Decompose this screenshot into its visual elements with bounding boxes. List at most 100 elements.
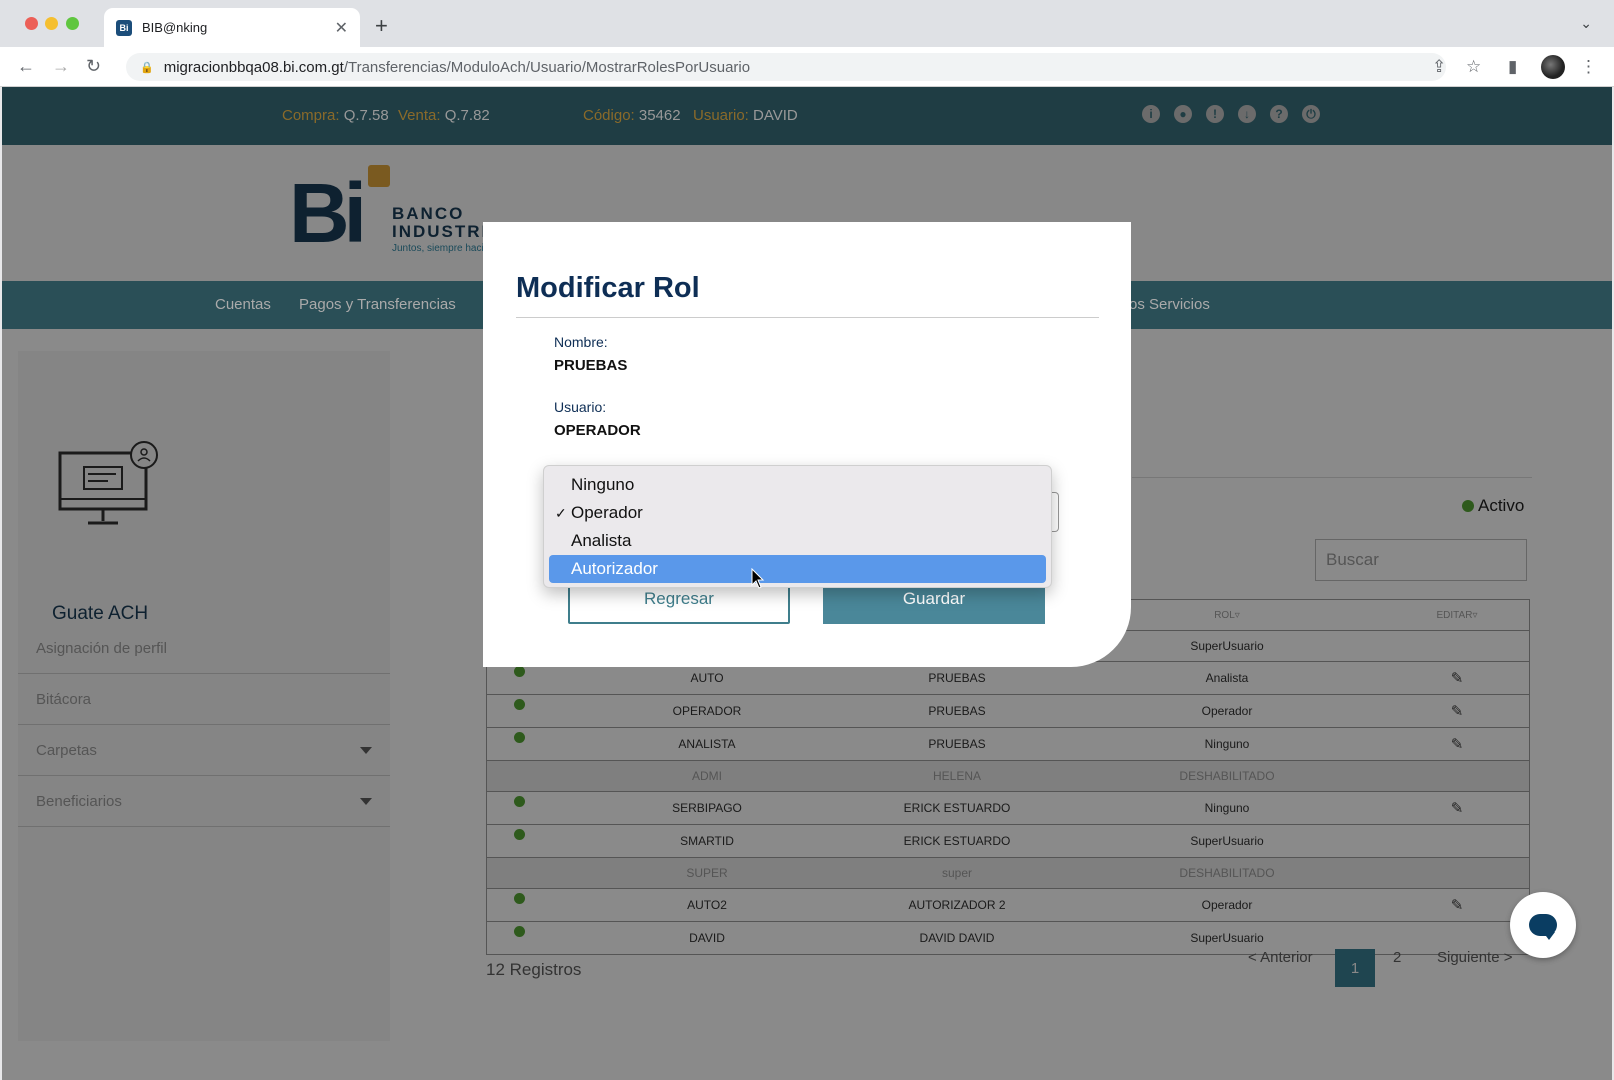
sidebar: Guate ACH Asignación de perfil Bitácora … — [18, 351, 390, 1041]
nav-pagos-transferencias[interactable]: Pagos y Transferencias — [299, 296, 456, 313]
dropdown-option-autorizador[interactable]: Autorizador — [549, 555, 1046, 583]
reload-icon[interactable]: ↻ — [86, 56, 101, 77]
lock-icon: 🔒 — [140, 61, 154, 74]
maximize-window-button[interactable] — [66, 17, 79, 30]
bank-tagline: Juntos, siempre hacia — [392, 243, 490, 254]
sidebar-item-carpetas[interactable]: Carpetas — [18, 725, 390, 776]
role-dropdown-list: Ninguno ✓ Operador Analista Autorizador — [543, 465, 1052, 588]
cell-edit: ✎ — [1407, 889, 1507, 921]
cell-name: HELENA — [932, 769, 982, 783]
dropdown-option-analista[interactable]: Analista — [549, 527, 1046, 555]
pencil-edit-icon[interactable]: ✎ — [1451, 896, 1464, 914]
cell-rol: SuperUsuario — [1190, 639, 1264, 653]
pencil-edit-icon[interactable]: ✎ — [1451, 799, 1464, 817]
cell-name: ERICK ESTUARDO — [903, 801, 1011, 815]
cell-user: SERBIPAGO — [672, 801, 742, 815]
sidebar-item-bitacora[interactable]: Bitácora — [18, 674, 390, 725]
close-window-button[interactable] — [25, 17, 38, 30]
cell-edit: ✎ — [1407, 728, 1507, 760]
power-icon[interactable]: ⏻ — [1302, 105, 1320, 123]
pager-prev[interactable]: < Anterior — [1248, 949, 1313, 966]
pencil-edit-icon[interactable]: ✎ — [1451, 702, 1464, 720]
modal-divider — [516, 317, 1099, 318]
nav-servicios[interactable]: os Servicios — [1129, 296, 1210, 313]
sidepanel-icon[interactable]: ▮ — [1508, 57, 1517, 77]
bookmark-star-icon[interactable]: ☆ — [1466, 57, 1481, 77]
cell-user: SMARTID — [680, 834, 734, 848]
download-icon[interactable]: ↓ — [1238, 105, 1256, 123]
divider — [1132, 477, 1532, 478]
row-status — [507, 858, 531, 888]
info-icon[interactable]: i — [1142, 105, 1160, 123]
codigo-value: 35462 — [638, 107, 681, 124]
sidebar-item-asignacion-perfil[interactable]: Asignación de perfil — [18, 623, 390, 674]
pencil-edit-icon[interactable]: ✎ — [1451, 669, 1464, 687]
minimize-window-button[interactable] — [45, 17, 58, 30]
table-row: AUTO2 AUTORIZADOR 2 Operador ✎ — [487, 889, 1529, 922]
help-icon[interactable]: ? — [1270, 105, 1288, 123]
cell-rol: Ninguno — [1204, 737, 1250, 751]
nav-cuentas[interactable]: Cuentas — [215, 296, 271, 313]
status-label: Activo — [1478, 496, 1525, 515]
compra-value: Q.7.58 — [343, 107, 389, 124]
dropdown-option-operador[interactable]: ✓ Operador — [549, 499, 1046, 527]
sidebar-item-label: Bitácora — [36, 690, 92, 708]
cell-edit — [1407, 858, 1507, 888]
cell-edit: ✎ — [1407, 792, 1507, 824]
browser-tab[interactable]: Bi BIB@nking ✕ — [104, 8, 360, 47]
venta-label: Venta: — [398, 107, 441, 124]
cell-rol: Operador — [1201, 898, 1253, 912]
cell-user: DAVID — [689, 931, 725, 945]
menu-kebab-icon[interactable]: ⋮ — [1580, 57, 1597, 77]
tab-title: BIB@nking — [142, 20, 208, 35]
cell-edit — [1407, 825, 1507, 857]
pager-page-1[interactable]: 1 — [1335, 949, 1375, 987]
cell-name: PRUEBAS — [928, 737, 986, 751]
browser-toolbar: ← → ↻ 🔒 migracionbbqa08.bi.com.gt/Transf… — [0, 47, 1614, 87]
cell-rol: Ninguno — [1204, 801, 1250, 815]
lightbulb-icon[interactable]: ! — [1206, 105, 1224, 123]
tab-search-chevron-icon[interactable]: ⌄ — [1580, 15, 1592, 32]
monitor-user-icon — [58, 441, 158, 525]
venta-value: Q.7.82 — [444, 107, 490, 124]
chat-bubble-icon — [1529, 914, 1557, 940]
share-icon[interactable]: ⇪ — [1432, 57, 1446, 77]
option-label: Analista — [571, 531, 632, 550]
status-badge: Activo — [1462, 496, 1524, 516]
cell-name: super — [941, 866, 973, 880]
mouse-cursor-icon — [751, 568, 765, 589]
active-dot-icon — [513, 731, 525, 743]
usuario-label: Usuario: — [554, 399, 607, 415]
active-dot-icon — [513, 665, 525, 677]
forward-arrow-icon[interactable]: → — [52, 56, 70, 77]
url-path: /Transferencias/ModuloAch/Usuario/Mostra… — [343, 58, 751, 76]
dropdown-option-ninguno[interactable]: Ninguno — [549, 471, 1046, 499]
cell-user: ADMI — [692, 769, 722, 783]
cell-name: AUTORIZADOR 2 — [908, 898, 1006, 912]
bank-logo[interactable]: Bi — [289, 165, 367, 262]
cell-edit: ✎ — [1407, 662, 1507, 694]
column-header-rol[interactable]: ROL▿ — [1127, 600, 1327, 630]
modal-title: Modificar Rol — [516, 272, 700, 304]
column-header-editar[interactable]: EDITAR▿ — [1407, 600, 1507, 630]
option-label: Autorizador — [571, 559, 658, 578]
option-label: Ninguno — [571, 475, 635, 494]
active-dot-icon — [513, 795, 525, 807]
chat-button[interactable] — [1510, 892, 1576, 958]
nombre-value: PRUEBAS — [554, 357, 628, 374]
address-bar[interactable]: 🔒 migracionbbqa08.bi.com.gt/Transferenci… — [126, 53, 1446, 81]
pager-next[interactable]: Siguiente > — [1437, 949, 1512, 966]
pager-page-2[interactable]: 2 — [1393, 949, 1401, 966]
search-input[interactable]: Buscar — [1315, 539, 1527, 581]
profile-avatar[interactable] — [1541, 55, 1565, 79]
sidebar-item-label: Carpetas — [36, 741, 97, 759]
favicon-icon: Bi — [116, 19, 132, 36]
table-row: ADMI HELENA DESHABILITADO — [487, 761, 1529, 792]
close-tab-icon[interactable]: ✕ — [335, 18, 348, 38]
user-icon[interactable]: ● — [1174, 105, 1192, 123]
sidebar-item-beneficiarios[interactable]: Beneficiarios — [18, 776, 390, 827]
table-row: ANALISTA PRUEBAS Ninguno ✎ — [487, 728, 1529, 761]
new-tab-icon[interactable]: + — [375, 13, 388, 39]
pencil-edit-icon[interactable]: ✎ — [1451, 735, 1464, 753]
back-arrow-icon[interactable]: ← — [17, 56, 35, 77]
